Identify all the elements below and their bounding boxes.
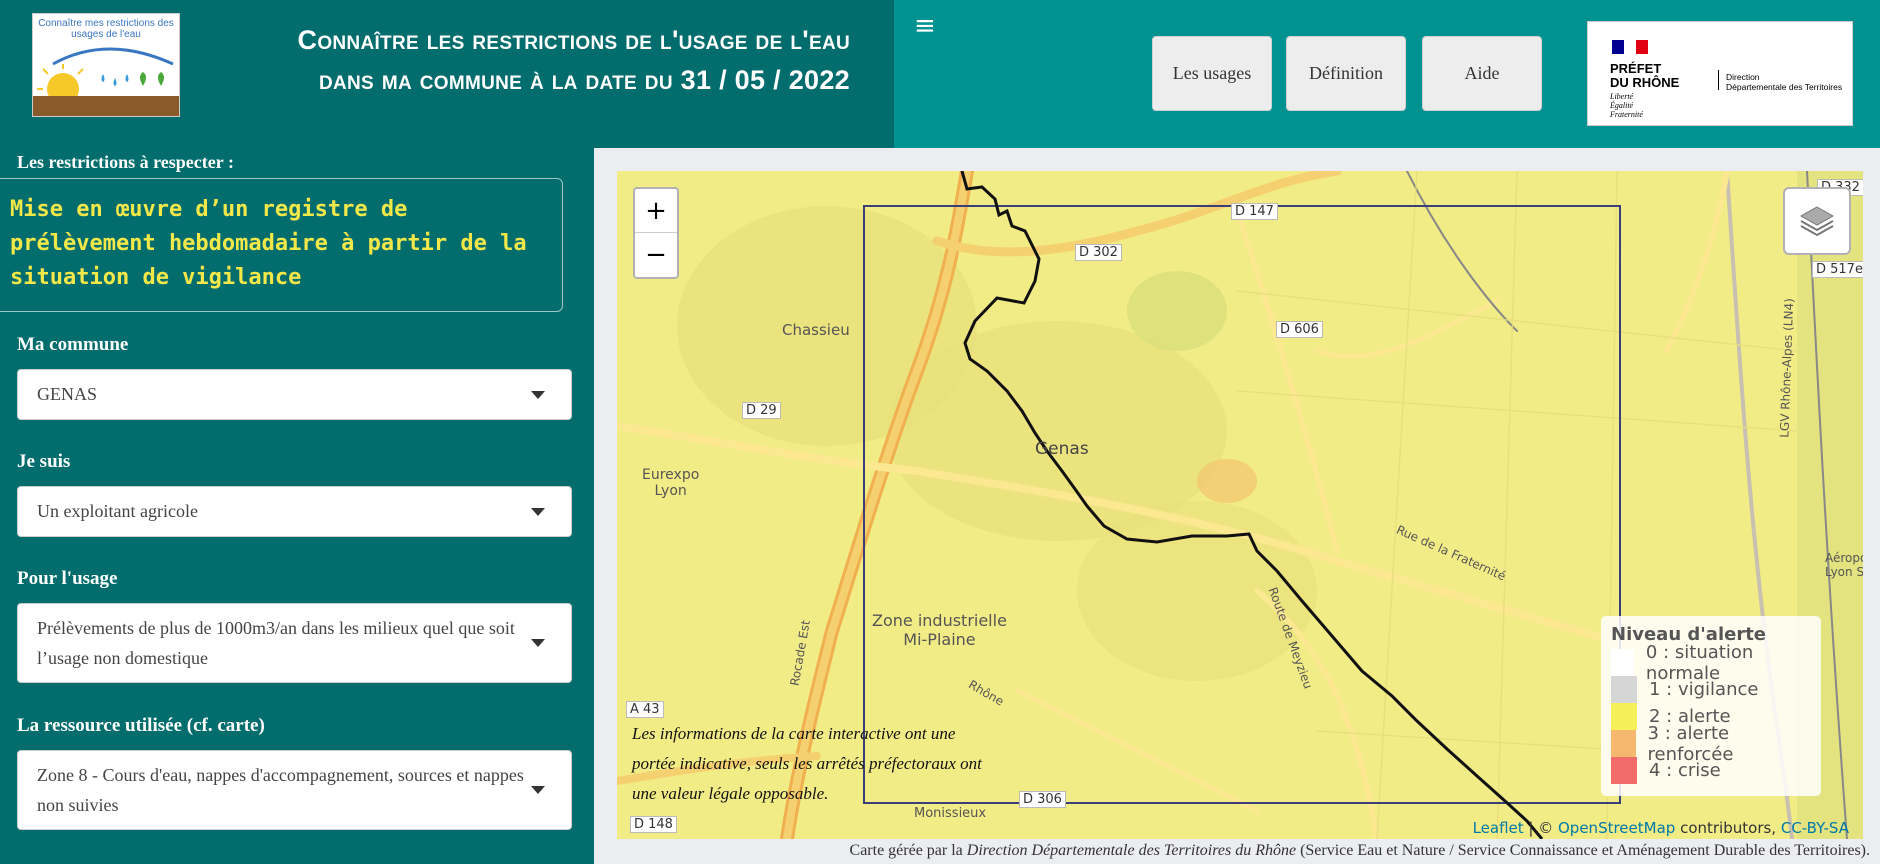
chevron-down-icon (531, 786, 545, 794)
place-label: Zone industrielle Mi-Plaine (872, 611, 1007, 649)
hamburger-menu-icon[interactable]: ≡ (914, 12, 936, 40)
prefet-separator (1718, 70, 1719, 90)
road-label: D 517e (1812, 261, 1863, 278)
restriction-box: Mise en œuvre d’un registre de prélèveme… (0, 178, 563, 312)
osm-link[interactable]: OpenStreetMap (1558, 819, 1675, 837)
chevron-down-icon (531, 507, 545, 516)
footer-credit: Carte gérée par la Direction Département… (849, 842, 1870, 859)
page-title-line2: dans ma commune à la date du 31 / 05 / 2… (318, 65, 850, 95)
prefet-logo[interactable]: PRÉFET DU RHÔNE Liberté Égalité Fraterni… (1587, 21, 1853, 126)
place-label: Chassieu (782, 321, 850, 339)
leaflet-link[interactable]: Leaflet (1473, 819, 1524, 837)
nav-definition-button[interactable]: Définition (1286, 36, 1406, 111)
page-title-line1: Connaître les restrictions de l'usage de… (297, 25, 850, 55)
road-label: D 302 (1075, 244, 1122, 261)
license-link[interactable]: CC-BY-SA (1781, 819, 1849, 837)
zoom-out-button[interactable]: − (635, 233, 677, 277)
layers-button[interactable] (1783, 187, 1851, 255)
nav-aide-button[interactable]: Aide (1422, 36, 1542, 111)
chevron-down-icon (531, 390, 545, 399)
road-label: A 43 (626, 701, 664, 718)
nav-usages-button[interactable]: Les usages (1152, 36, 1272, 111)
header-left: Connaître mes restrictions des usages de… (0, 0, 894, 148)
usage-value: Prélèvements de plus de 1000m3/an dans l… (37, 618, 515, 668)
french-flag-icon (1612, 40, 1648, 54)
street-label: Aéroport Lyon Sai (1825, 551, 1863, 579)
jesuis-label: Je suis (17, 451, 71, 472)
zoom-control: + − (633, 187, 679, 279)
header-right: ≡ Les usages Définition Aide PRÉFET DU R… (894, 0, 1880, 148)
restrictions-label: Les restrictions à respecter : (17, 152, 234, 172)
road-label: D 606 (1276, 321, 1323, 338)
map-attribution: Leaflet | © OpenStreetMap contributors, … (1472, 819, 1849, 837)
logo-text: Connaître mes restrictions des usages de… (38, 18, 174, 40)
prefet-direction: Direction Départementale des Territoires (1726, 72, 1843, 92)
road-label: D 29 (742, 402, 781, 419)
road-label: D 148 (630, 816, 677, 833)
map-disclaimer: Les informations de la carte interactive… (632, 724, 982, 803)
prefet-name: PRÉFET DU RHÔNE (1610, 61, 1680, 90)
place-label: Genas (1035, 439, 1089, 459)
legend-item: 0 : situation normale (1611, 642, 1811, 684)
prefet-motto: Liberté Égalité Fraternité (1610, 92, 1643, 119)
place-label: Eurexpo Lyon (642, 467, 700, 499)
legend-item: 3 : alerte renforcée (1611, 723, 1811, 765)
road-label: D 147 (1231, 203, 1278, 220)
alert-legend: Niveau d'alerte 0 : situation normale 1 … (1601, 616, 1821, 796)
commune-value: GENAS (37, 384, 98, 404)
ressource-value: Zone 8 - Cours d'eau, nappes d'accompagn… (37, 765, 524, 815)
zoom-in-button[interactable]: + (635, 189, 677, 233)
sidebar: Les restrictions à respecter : Mise en œ… (0, 148, 594, 864)
usage-select[interactable]: Prélèvements de plus de 1000m3/an dans l… (17, 603, 572, 683)
page-title: Connaître les restrictions de l'usage de… (200, 20, 850, 100)
chevron-down-icon (531, 639, 545, 647)
road-label: D 306 (1019, 791, 1066, 808)
ressource-label: La ressource utilisée (cf. carte) (17, 715, 265, 736)
jesuis-select[interactable]: Un exploitant agricole (17, 486, 572, 537)
layers-icon (1799, 206, 1835, 237)
ressource-select[interactable]: Zone 8 - Cours d'eau, nappes d'accompagn… (17, 750, 572, 830)
commune-select[interactable]: GENAS (17, 369, 572, 420)
commune-label: Ma commune (17, 334, 129, 355)
jesuis-value: Un exploitant agricole (37, 501, 198, 521)
site-logo[interactable]: Connaître mes restrictions des usages de… (32, 13, 180, 117)
usage-label: Pour l'usage (17, 568, 118, 589)
map[interactable]: Chassieu Genas Eurexpo Lyon Zone industr… (617, 171, 1863, 839)
